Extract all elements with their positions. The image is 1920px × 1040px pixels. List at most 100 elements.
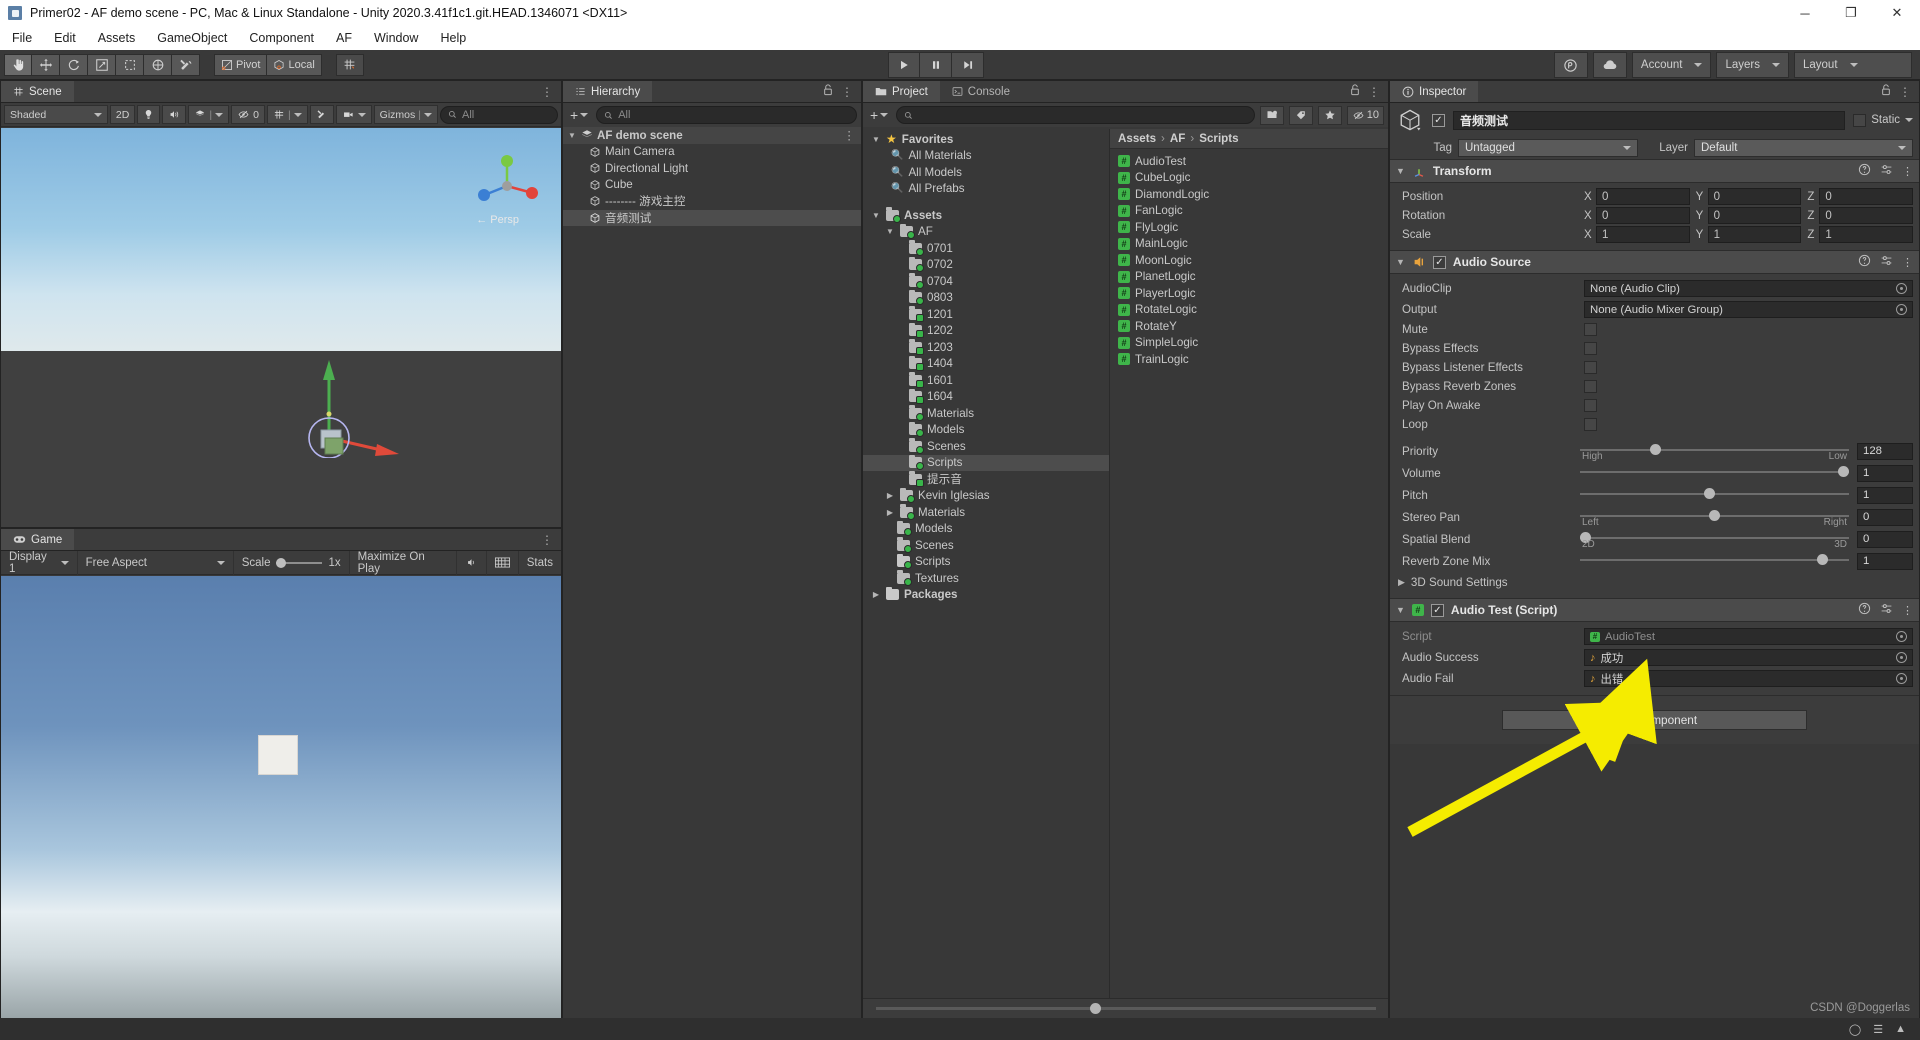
project-folder-scripts[interactable]: Scripts bbox=[863, 553, 1109, 571]
help-icon[interactable] bbox=[1858, 163, 1871, 179]
output-objectfield[interactable]: None (Audio Mixer Group) bbox=[1584, 301, 1913, 318]
transform-tool-icon[interactable] bbox=[144, 53, 172, 76]
project-folder-1404[interactable]: 1404 bbox=[863, 355, 1109, 373]
scene-camera-dropdown[interactable] bbox=[335, 105, 372, 124]
local-toggle[interactable]: Local bbox=[267, 53, 322, 76]
favorites-star-icon[interactable] bbox=[1317, 105, 1342, 125]
scene-fx-dropdown[interactable]: | bbox=[188, 105, 230, 124]
tab-game[interactable]: Game bbox=[1, 529, 75, 550]
taskbar-icon-3[interactable]: ▲ bbox=[1895, 1023, 1906, 1035]
game-stats-grid-icon[interactable] bbox=[487, 550, 519, 575]
layers-dropdown[interactable]: Layers bbox=[1716, 52, 1789, 78]
asset-item-cubelogic[interactable]: # CubeLogic bbox=[1110, 170, 1388, 187]
hierarchy-item-cube[interactable]: Cube bbox=[563, 177, 861, 194]
custom-tool-icon[interactable] bbox=[172, 53, 200, 76]
asset-item-trainlogic[interactable]: # TrainLogic bbox=[1110, 351, 1388, 368]
toggle-2d-button[interactable]: 2D bbox=[109, 105, 136, 124]
pause-button[interactable] bbox=[920, 52, 952, 78]
project-folder-af-materials[interactable]: Materials bbox=[863, 405, 1109, 422]
hierarchy-item-game-controller[interactable]: -------- 游戏主控 bbox=[563, 193, 861, 210]
audio-test-enabled-checkbox[interactable]: ✓ bbox=[1430, 603, 1444, 617]
stereo-pan-input[interactable]: 0 bbox=[1857, 508, 1913, 526]
game-viewport[interactable] bbox=[1, 576, 561, 1018]
search-by-label-icon[interactable] bbox=[1288, 105, 1313, 125]
hierarchy-item-directional-light[interactable]: Directional Light bbox=[563, 160, 861, 177]
lock-icon[interactable] bbox=[1881, 84, 1891, 99]
preset-icon[interactable] bbox=[1880, 254, 1893, 270]
move-tool-icon[interactable] bbox=[32, 53, 60, 76]
project-visibility-toggle[interactable]: 10 bbox=[1346, 105, 1384, 125]
tab-console[interactable]: Console bbox=[939, 81, 1022, 102]
project-folder-0701[interactable]: 0701 bbox=[863, 240, 1109, 257]
scene-grid-dropdown[interactable]: | bbox=[266, 105, 308, 124]
create-asset-button[interactable]: + bbox=[867, 107, 891, 123]
reverb-zone-mix-slider[interactable] bbox=[1580, 550, 1849, 572]
add-gameobject-button[interactable]: + bbox=[567, 107, 591, 123]
tab-scene[interactable]: Scene bbox=[1, 81, 74, 102]
project-folder-models[interactable]: Models bbox=[863, 520, 1109, 538]
bypass-effects-checkbox[interactable] bbox=[1584, 342, 1597, 355]
kebab-menu-icon[interactable]: ⋮ bbox=[1902, 165, 1913, 178]
scale-x-input[interactable]: 1 bbox=[1596, 226, 1690, 243]
scale-slider[interactable]: Scale 1x bbox=[234, 550, 350, 575]
project-folder-af-sounds[interactable]: 提示音 bbox=[863, 471, 1109, 488]
asset-item-simplelogic[interactable]: # SimpleLogic bbox=[1110, 335, 1388, 352]
project-folder-1601[interactable]: 1601 bbox=[863, 372, 1109, 389]
spatial-blend-slider[interactable]: 2D 3D bbox=[1580, 528, 1849, 550]
shading-mode-dropdown[interactable]: Shaded bbox=[4, 105, 108, 124]
maximize-on-play-toggle[interactable]: Maximize On Play bbox=[350, 550, 457, 575]
kebab-menu-icon[interactable]: ⋮ bbox=[1368, 85, 1380, 99]
project-packages-root[interactable]: ▶ Packages bbox=[863, 586, 1109, 604]
chevron-down-icon[interactable]: ▼ bbox=[1396, 257, 1405, 267]
component-header-audio-test[interactable]: ▼ # ✓ Audio Test (Script) ⋮ bbox=[1390, 598, 1919, 622]
project-folder-1202[interactable]: 1202 bbox=[863, 322, 1109, 340]
tab-inspector[interactable]: Inspector bbox=[1390, 81, 1479, 102]
scene-object-gizmo[interactable] bbox=[281, 278, 421, 458]
scale-y-input[interactable]: 1 bbox=[1707, 226, 1802, 243]
project-assets-root[interactable]: ▼ Assets bbox=[863, 207, 1109, 224]
taskbar-icon-2[interactable]: ☰ bbox=[1873, 1023, 1883, 1036]
loop-checkbox[interactable] bbox=[1584, 418, 1597, 431]
gameobject-enabled-checkbox[interactable]: ✓ bbox=[1432, 113, 1445, 127]
spatial-blend-input[interactable]: 0 bbox=[1857, 530, 1913, 548]
project-folder-0803[interactable]: 0803 bbox=[863, 289, 1109, 307]
help-icon[interactable] bbox=[1858, 602, 1871, 618]
kebab-menu-icon[interactable]: ⋮ bbox=[1902, 604, 1913, 617]
project-folder-0704[interactable]: 0704 bbox=[863, 273, 1109, 290]
audio-success-objectfield[interactable]: ♪ 成功 bbox=[1584, 649, 1913, 666]
collab-icon[interactable] bbox=[1553, 52, 1588, 78]
scene-viewport[interactable]: ← Persp bbox=[1, 128, 561, 527]
object-picker-icon[interactable] bbox=[1896, 652, 1907, 663]
scene-panel-menu[interactable]: ⋮ bbox=[541, 81, 561, 102]
asset-item-moonlogic[interactable]: # MoonLogic bbox=[1110, 252, 1388, 269]
project-favorite-all-materials[interactable]: 🔍 All Materials bbox=[863, 148, 1109, 165]
account-dropdown[interactable]: Account bbox=[1631, 52, 1712, 78]
volume-input[interactable]: 1 bbox=[1857, 464, 1913, 482]
project-folder-1203[interactable]: 1203 bbox=[863, 339, 1109, 356]
hierarchy-search-input[interactable]: All bbox=[596, 106, 857, 124]
game-stats-toggle[interactable]: Stats bbox=[519, 551, 561, 575]
project-folder-0702[interactable]: 0702 bbox=[863, 256, 1109, 274]
bypass-listener-effects-checkbox[interactable] bbox=[1584, 361, 1597, 374]
priority-input[interactable]: 128 bbox=[1857, 442, 1913, 460]
project-folder-af-models[interactable]: Models bbox=[863, 421, 1109, 439]
scene-visibility-toggle[interactable]: 0 bbox=[231, 105, 265, 124]
breadcrumb-scripts[interactable]: Scripts bbox=[1199, 132, 1238, 145]
tab-hierarchy[interactable]: Hierarchy bbox=[563, 81, 653, 102]
taskbar-icon-1[interactable]: ◯ bbox=[1849, 1023, 1861, 1036]
pivot-toggle[interactable]: Pivot bbox=[214, 53, 268, 76]
close-button[interactable]: ✕ bbox=[1874, 0, 1920, 26]
position-x-input[interactable]: 0 bbox=[1596, 188, 1690, 205]
scene-view-gizmo[interactable] bbox=[471, 150, 543, 222]
scene-search-input[interactable]: All bbox=[440, 105, 558, 124]
hierarchy-scene-menu-icon[interactable]: ⋮ bbox=[843, 128, 861, 142]
scale-z-input[interactable]: 1 bbox=[1819, 226, 1914, 243]
object-picker-icon[interactable] bbox=[1896, 304, 1907, 315]
3d-sound-settings-foldout[interactable]: ▶ 3D Sound Settings bbox=[1390, 572, 1919, 592]
menu-item-assets[interactable]: Assets bbox=[88, 28, 146, 48]
asset-item-diamondlogic[interactable]: # DiamondLogic bbox=[1110, 186, 1388, 203]
hierarchy-item-main-camera[interactable]: Main Camera bbox=[563, 144, 861, 161]
grid-snap-icon[interactable] bbox=[335, 53, 364, 76]
priority-slider[interactable]: High Low bbox=[1580, 440, 1849, 462]
component-header-audio-source[interactable]: ▼ ✓ Audio Source ⋮ bbox=[1390, 250, 1919, 274]
